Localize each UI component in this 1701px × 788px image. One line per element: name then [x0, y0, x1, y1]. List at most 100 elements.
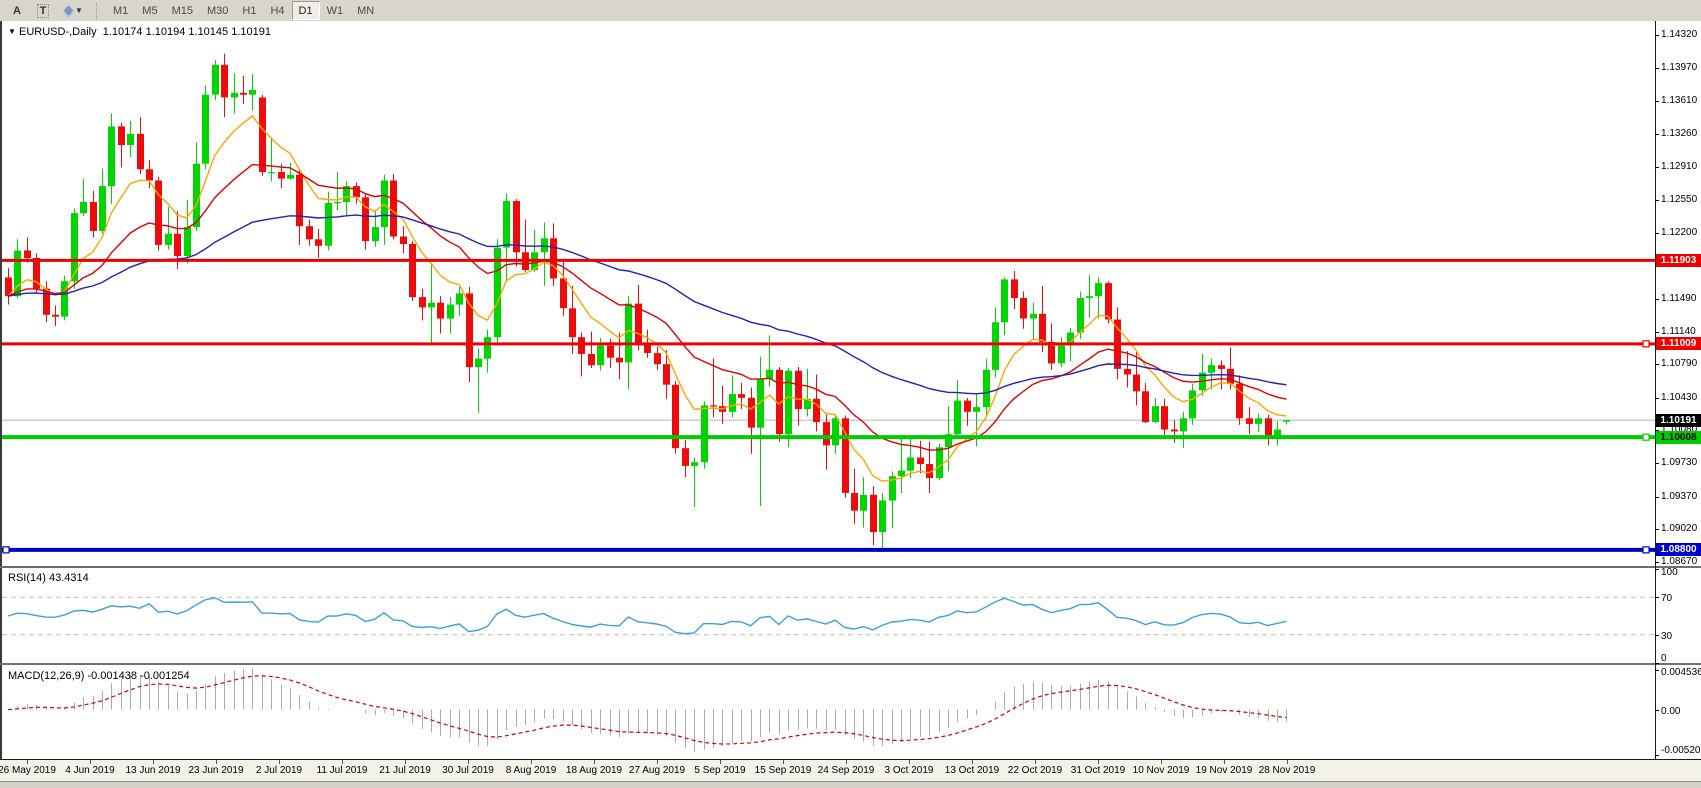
time-axis-tick-mark: [468, 760, 469, 764]
price-axis-tick: 1.09730: [1661, 457, 1701, 468]
price-axis-tick-mark: [1655, 167, 1659, 168]
shapes-tool-icon: [64, 6, 74, 16]
price-axis-tick: 1.10430: [1661, 392, 1701, 403]
time-axis-tick-mark: [153, 760, 154, 764]
chart-dropdown-icon[interactable]: ▼: [8, 27, 16, 36]
price-axis-tick: 1.12550: [1661, 194, 1701, 205]
bottom-strip: [0, 781, 1701, 788]
text-a-icon: A: [13, 5, 21, 17]
date-label: 26 May 2019: [0, 765, 56, 776]
price-axis-tick-mark: [1655, 529, 1659, 530]
date-label: 22 Oct 2019: [1008, 765, 1062, 776]
date-label: 11 Jul 2019: [317, 765, 368, 776]
time-axis-tick-mark: [1098, 760, 1099, 764]
price-axis-tick: 1.13260: [1661, 128, 1701, 139]
date-label: 18 Aug 2019: [566, 765, 622, 776]
time-axis-tick-mark: [405, 760, 406, 764]
price-axis-divider: [1655, 21, 1656, 781]
text-a-tool-button[interactable]: A: [4, 1, 30, 20]
price-axis-tick-mark: [1655, 398, 1659, 399]
shapes-tool-button[interactable]: ▼: [56, 1, 92, 20]
timeframe-button-m5[interactable]: M5: [135, 1, 164, 20]
text-tool-button[interactable]: T: [30, 1, 56, 20]
rsi-axis-tick-mark: [1655, 597, 1659, 598]
date-label: 21 Jul 2019: [379, 765, 431, 776]
rsi-axis-tick: 100: [1661, 567, 1701, 578]
rsi-axis-tick-mark: [1655, 663, 1659, 664]
price-axis-tick-mark: [1655, 299, 1659, 300]
time-axis-tick-mark: [783, 760, 784, 764]
chart-symbol-label: EURUSD-,Daily: [19, 26, 97, 38]
price-axis-tick: 1.11490: [1661, 293, 1701, 304]
chart-title[interactable]: ▼ EURUSD-,Daily 1.10174 1.10194 1.10145 …: [8, 26, 271, 38]
timeframe-button-w1[interactable]: W1: [320, 1, 351, 20]
timeframe-button-m30[interactable]: M30: [200, 1, 235, 20]
panel-separator[interactable]: [0, 663, 1701, 665]
price-axis-tick-mark: [1655, 562, 1659, 563]
mt4-window: A T ▼ M1M5M15M30H1H4D1W1MN ▼ EURUSD-,Dai…: [0, 0, 1701, 788]
macd-axis-tick-mark: [1655, 755, 1659, 756]
date-label: 10 Nov 2019: [1133, 765, 1190, 776]
time-axis-tick-mark: [1161, 760, 1162, 764]
main-chart-plot[interactable]: [0, 21, 1655, 566]
timeframe-button-h4[interactable]: H4: [263, 1, 291, 20]
price-badge: 1.08800: [1656, 543, 1701, 556]
date-label: 24 Sep 2019: [818, 765, 875, 776]
macd-axis-tick: 0.004536: [1661, 667, 1701, 678]
price-axis-tick: 1.14320: [1661, 29, 1701, 40]
time-axis-tick-mark: [846, 760, 847, 764]
date-label: 4 Jun 2019: [65, 765, 115, 776]
time-axis-tick-mark: [531, 760, 532, 764]
panel-separator[interactable]: [0, 566, 1701, 568]
toolbar: A T ▼ M1M5M15M30H1H4D1W1MN: [0, 0, 1701, 22]
timeframe-button-h1[interactable]: H1: [235, 1, 263, 20]
time-axis-tick-mark: [1224, 760, 1225, 764]
date-label: 3 Oct 2019: [885, 765, 934, 776]
timeframe-button-m1[interactable]: M1: [106, 1, 135, 20]
price-axis-tick-mark: [1655, 332, 1659, 333]
price-axis-tick-mark: [1655, 134, 1659, 135]
text-tool-icon: T: [37, 4, 50, 18]
macd-axis-tick-mark: [1655, 710, 1659, 711]
time-axis-tick-mark: [909, 760, 910, 764]
price-axis-tick: 1.10790: [1661, 358, 1701, 369]
date-label: 28 Nov 2019: [1259, 765, 1316, 776]
timeframe-button-m15[interactable]: M15: [165, 1, 200, 20]
time-axis-tick-mark: [1287, 760, 1288, 764]
time-axis-tick-mark: [342, 760, 343, 764]
price-badge: 1.10008: [1656, 431, 1701, 444]
price-axis-tick-mark: [1655, 35, 1659, 36]
macd-panel-plot[interactable]: [0, 665, 1655, 759]
price-axis-tick: 1.12910: [1661, 161, 1701, 172]
macd-axis-tick: 0.00: [1661, 706, 1701, 717]
ohlc-low: 1.10145: [188, 26, 228, 38]
timeframe-button-d1[interactable]: D1: [292, 1, 320, 20]
rsi-axis-tick: 30: [1661, 631, 1701, 642]
price-axis-tick: 1.08670: [1661, 556, 1701, 567]
date-label: 2 Jul 2019: [256, 765, 302, 776]
rsi-indicator-label: RSI(14) 43.4314: [8, 572, 89, 584]
time-axis-tick-mark: [90, 760, 91, 764]
toolbar-separator: [96, 3, 102, 19]
timeframe-button-mn[interactable]: MN: [350, 1, 381, 20]
macd-axis-tick-mark: [1655, 670, 1659, 671]
price-axis-tick-mark: [1655, 68, 1659, 69]
rsi-panel-plot[interactable]: [0, 568, 1655, 663]
date-label: 8 Aug 2019: [506, 765, 557, 776]
macd-indicator-label: MACD(12,26,9) -0.001438 -0.001254: [8, 670, 190, 682]
rsi-axis-tick-mark: [1655, 569, 1659, 570]
price-axis-tick-mark: [1655, 233, 1659, 234]
date-label: 31 Oct 2019: [1071, 765, 1125, 776]
time-axis-tick-mark: [657, 760, 658, 764]
time-axis-tick-mark: [594, 760, 595, 764]
price-badge: 1.11009: [1656, 337, 1701, 350]
price-axis-tick: 1.09370: [1661, 491, 1701, 502]
date-label: 5 Sep 2019: [694, 765, 745, 776]
price-axis-tick: 1.11140: [1661, 326, 1701, 337]
date-label: 19 Nov 2019: [1196, 765, 1253, 776]
price-axis-tick: 1.13610: [1661, 95, 1701, 106]
time-axis-tick-mark: [720, 760, 721, 764]
date-label: 27 Aug 2019: [629, 765, 685, 776]
date-label: 13 Oct 2019: [945, 765, 999, 776]
window-left-border: [0, 21, 2, 781]
